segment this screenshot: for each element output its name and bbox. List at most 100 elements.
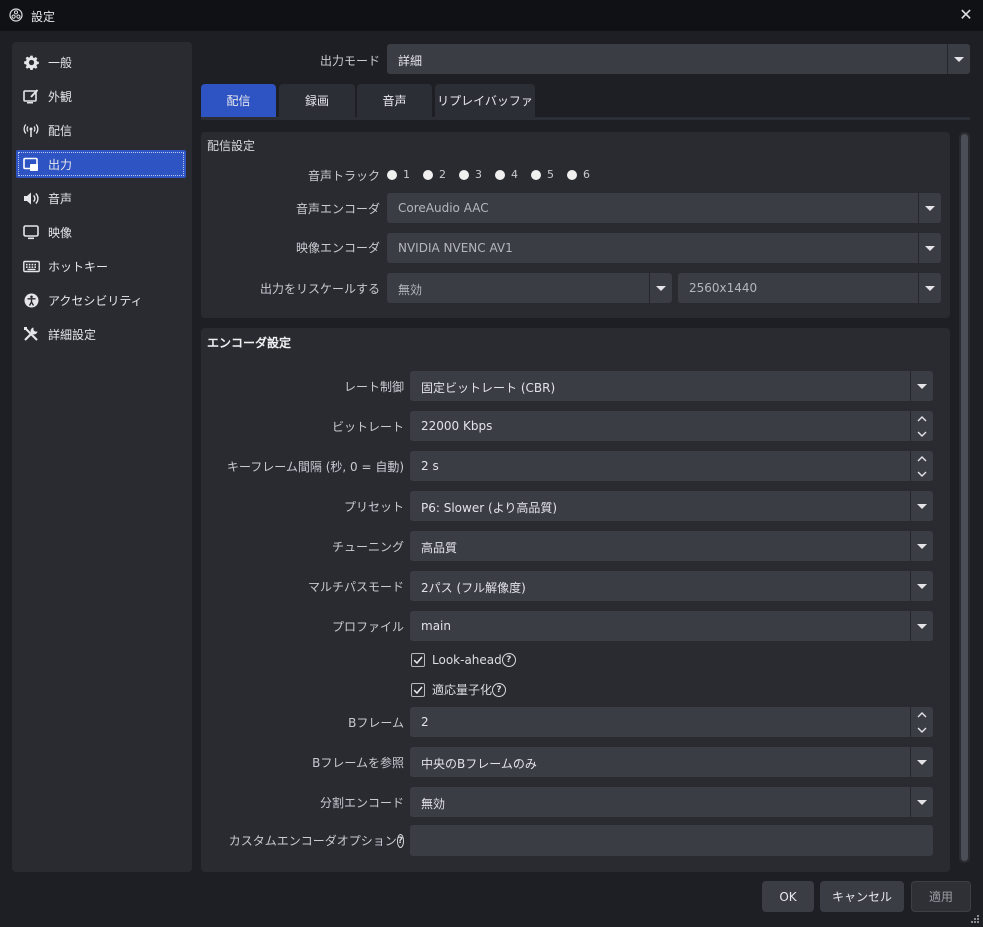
chevron-down-icon[interactable] bbox=[910, 787, 933, 817]
bitrate-label: ビットレート bbox=[331, 420, 404, 434]
split-encode-select[interactable]: 無効 bbox=[410, 787, 933, 817]
bitrate-spinbox[interactable]: 22000 Kbps bbox=[410, 411, 933, 441]
custom-options-label: カスタムエンコーダオプション bbox=[228, 834, 397, 848]
audio-encoder-label: 音声エンコーダ bbox=[295, 202, 380, 216]
multipass-select[interactable]: 2パス (フル解像度) bbox=[410, 571, 933, 601]
audio-track-radio-6[interactable]: 6 bbox=[567, 168, 590, 181]
radio-dot[interactable] bbox=[387, 169, 397, 180]
sidebar-item-appearance[interactable]: 外観 bbox=[16, 82, 186, 110]
audio-track-radio-5[interactable]: 5 bbox=[531, 168, 554, 181]
radio-label: 4 bbox=[511, 168, 518, 181]
sidebar-item-label: 外観 bbox=[48, 89, 73, 104]
tab-stream[interactable]: 配信 bbox=[201, 84, 276, 117]
sidebar-item-accessibility[interactable]: アクセシビリティ bbox=[16, 286, 186, 314]
chevron-down-icon[interactable] bbox=[910, 747, 933, 777]
lookahead-checkbox-row[interactable]: Look-ahead ? bbox=[411, 653, 516, 667]
chevron-down-icon[interactable] bbox=[911, 466, 933, 481]
adaptive-quant-checkbox-row[interactable]: 適応量子化 ? bbox=[411, 681, 507, 698]
audio-track-radio-1[interactable]: 1 bbox=[387, 168, 410, 181]
chevron-down-icon[interactable] bbox=[910, 571, 933, 601]
sidebar-item-label: ホットキー bbox=[48, 259, 109, 274]
rescale-select[interactable]: 無効 bbox=[387, 273, 672, 303]
custom-options-input[interactable] bbox=[410, 825, 933, 856]
bitrate-value: 22000 Kbps bbox=[421, 419, 493, 433]
sidebar-item-stream[interactable]: 配信 bbox=[16, 116, 186, 144]
stream-settings-heading: 配信設定 bbox=[207, 139, 256, 153]
radio-dot[interactable] bbox=[423, 169, 433, 180]
chevron-down-icon[interactable] bbox=[910, 531, 933, 561]
sidebar-item-output[interactable]: 出力 bbox=[16, 150, 186, 178]
chevron-up-icon[interactable] bbox=[911, 451, 933, 466]
output-icon bbox=[22, 155, 40, 173]
adaptive-quant-checkbox[interactable] bbox=[411, 682, 425, 697]
chevron-up-icon[interactable] bbox=[911, 707, 933, 722]
lookahead-checkbox[interactable] bbox=[411, 653, 425, 667]
close-icon[interactable]: ✕ bbox=[959, 5, 972, 24]
tab-recording[interactable]: 録画 bbox=[279, 84, 355, 117]
video-encoder-select[interactable]: NVIDIA NVENC AV1 bbox=[387, 233, 941, 263]
sidebar-item-general[interactable]: 一般 bbox=[16, 48, 186, 76]
tab-audio[interactable]: 音声 bbox=[357, 84, 432, 117]
ok-button[interactable]: OK bbox=[762, 881, 814, 912]
broadcast-icon bbox=[22, 121, 40, 139]
chevron-down-icon[interactable] bbox=[910, 491, 933, 521]
sidebar-item-audio[interactable]: 音声 bbox=[16, 184, 186, 212]
vertical-scrollbar[interactable] bbox=[959, 132, 970, 863]
cancel-button[interactable]: キャンセル bbox=[820, 881, 904, 912]
bframes-label: Bフレーム bbox=[348, 716, 404, 730]
title-bar bbox=[0, 0, 983, 31]
audio-track-radio-4[interactable]: 4 bbox=[495, 168, 518, 181]
help-icon[interactable]: ? bbox=[492, 682, 507, 697]
resize-grip-icon[interactable] bbox=[970, 914, 980, 924]
tab-replay-buffer[interactable]: リプレイバッファ bbox=[435, 84, 535, 117]
scrollbar-thumb[interactable] bbox=[961, 134, 968, 861]
cancel-button-label: キャンセル bbox=[831, 890, 892, 904]
audio-encoder-select[interactable]: CoreAudio AAC bbox=[387, 193, 941, 223]
multipass-value: 2パス (フル解像度) bbox=[421, 581, 526, 595]
help-icon[interactable]: ? bbox=[396, 833, 404, 848]
encoder-settings-heading: エンコーダ設定 bbox=[207, 336, 292, 350]
help-icon[interactable]: ? bbox=[501, 653, 516, 667]
radio-dot[interactable] bbox=[567, 169, 577, 180]
profile-select[interactable]: main bbox=[410, 611, 933, 641]
bframe-ref-select[interactable]: 中央のBフレームのみ bbox=[410, 747, 933, 777]
chevron-down-icon[interactable] bbox=[910, 611, 933, 641]
audio-track-radio-3[interactable]: 3 bbox=[459, 168, 482, 181]
chevron-down-icon[interactable] bbox=[910, 371, 933, 401]
profile-label: プロファイル bbox=[331, 620, 404, 634]
radio-dot[interactable] bbox=[459, 169, 469, 180]
chevron-down-icon[interactable] bbox=[947, 44, 970, 74]
audio-track-radio-2[interactable]: 2 bbox=[423, 168, 446, 181]
chevron-down-icon[interactable] bbox=[649, 273, 672, 303]
rescale-resolution-select[interactable]: 2560x1440 bbox=[678, 273, 941, 303]
keyframe-interval-value: 2 s bbox=[421, 459, 439, 473]
chevron-up-icon[interactable] bbox=[911, 411, 933, 426]
tuning-select[interactable]: 高品質 bbox=[410, 531, 933, 561]
bframe-ref-label: Bフレームを参照 bbox=[312, 756, 404, 770]
tools-icon bbox=[22, 325, 40, 343]
video-encoder-label: 映像エンコーダ bbox=[295, 241, 380, 255]
chevron-down-icon[interactable] bbox=[918, 273, 941, 303]
appearance-icon bbox=[22, 87, 40, 105]
tab-label: リプレイバッファ bbox=[437, 94, 533, 108]
close-button[interactable]: ✕ bbox=[956, 5, 976, 25]
chevron-down-icon[interactable] bbox=[911, 722, 933, 737]
radio-dot[interactable] bbox=[531, 169, 541, 180]
tuning-value: 高品質 bbox=[421, 541, 458, 555]
chevron-down-icon[interactable] bbox=[918, 233, 941, 263]
sidebar-item-advanced[interactable]: 詳細設定 bbox=[16, 320, 186, 348]
output-mode-select[interactable]: 詳細 bbox=[387, 44, 970, 74]
sidebar-item-hotkeys[interactable]: ホットキー bbox=[16, 252, 186, 280]
chevron-down-icon[interactable] bbox=[918, 193, 941, 223]
custom-options-label-row: カスタムエンコーダオプション ? bbox=[228, 832, 404, 849]
sidebar-item-video[interactable]: 映像 bbox=[16, 218, 186, 246]
bframes-spinbox[interactable]: 2 bbox=[410, 707, 933, 737]
keyframe-interval-spinbox[interactable]: 2 s bbox=[410, 451, 933, 481]
tab-underline bbox=[201, 117, 970, 120]
preset-select[interactable]: P6: Slower (より高品質) bbox=[410, 491, 933, 521]
radio-dot[interactable] bbox=[495, 169, 505, 180]
radio-label: 2 bbox=[439, 168, 446, 181]
chevron-down-icon[interactable] bbox=[911, 426, 933, 441]
apply-button[interactable]: 適用 bbox=[911, 881, 971, 912]
rate-control-select[interactable]: 固定ビットレート (CBR) bbox=[410, 371, 933, 401]
